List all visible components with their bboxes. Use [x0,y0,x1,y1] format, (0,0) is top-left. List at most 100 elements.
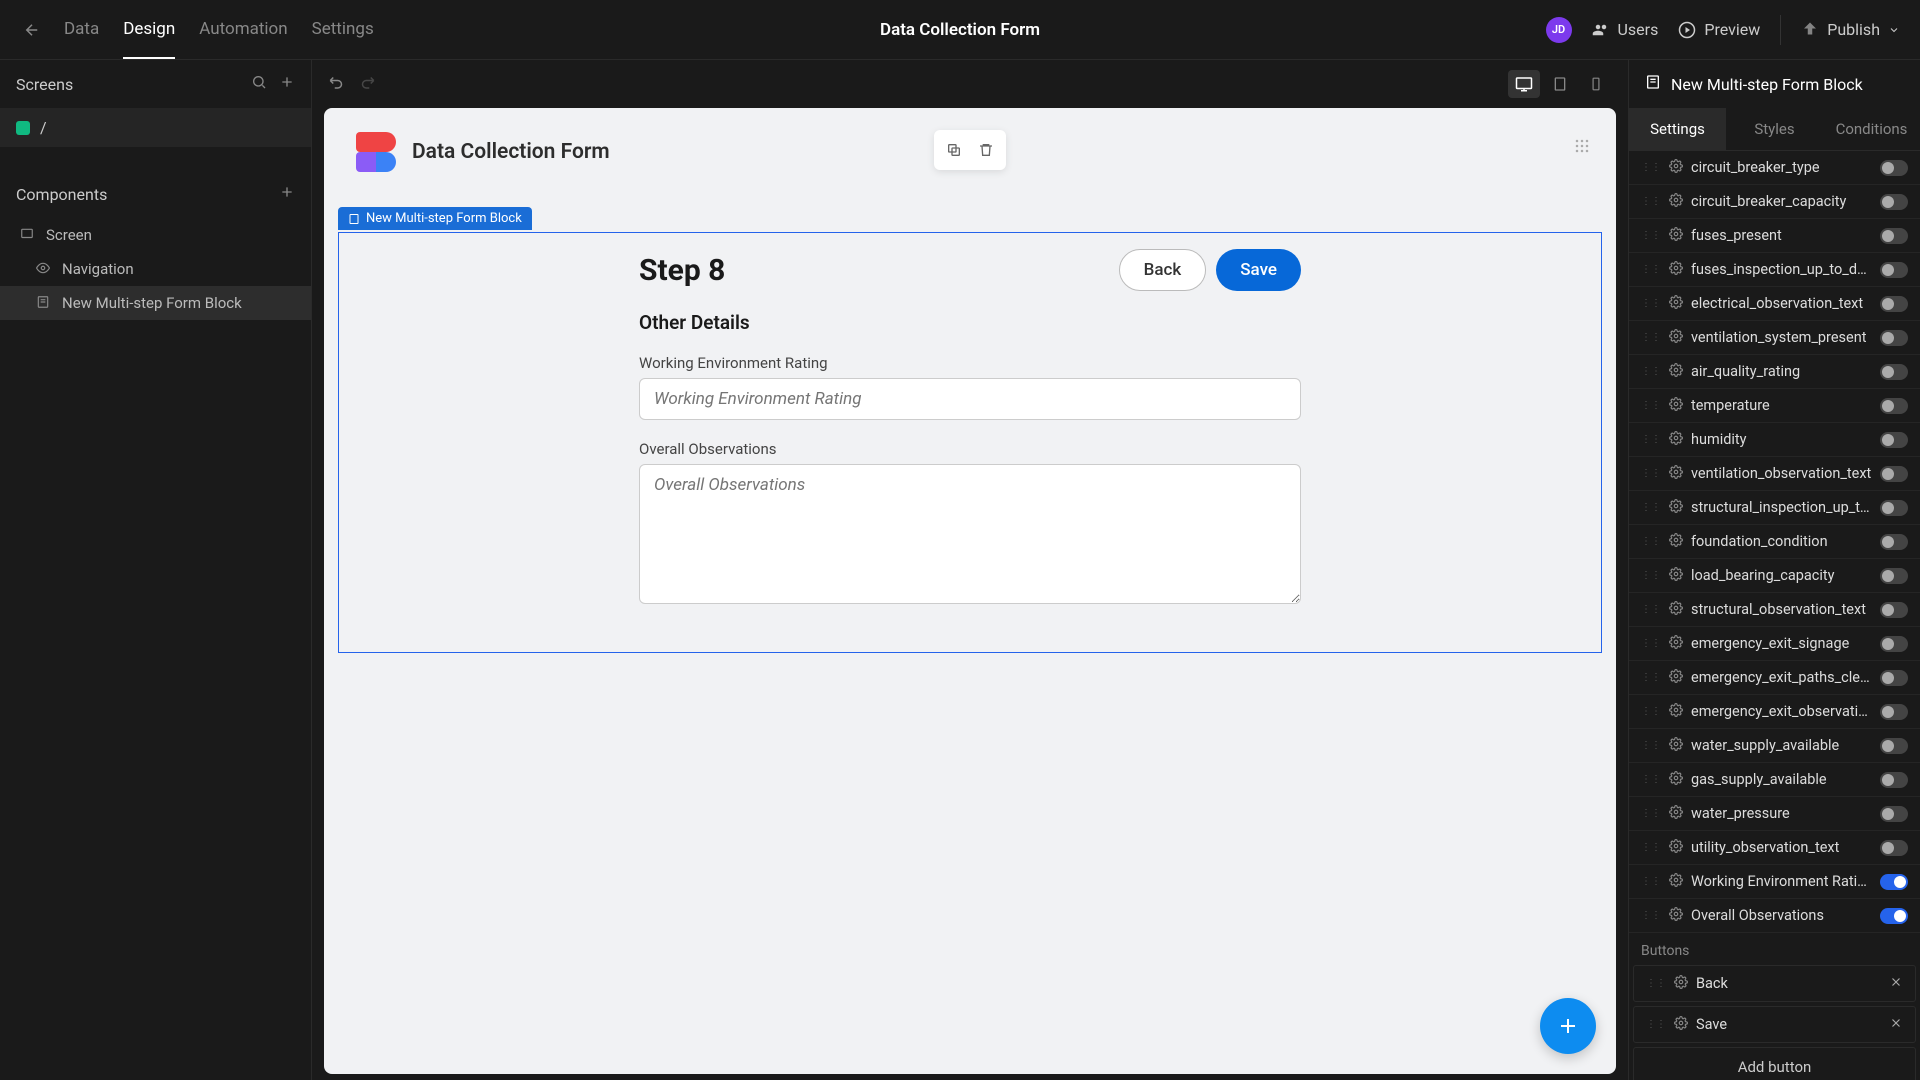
preview-button[interactable]: Preview [1678,20,1760,39]
drag-handle-icon[interactable]: ⋮⋮ [1646,1019,1666,1030]
toggle-switch[interactable] [1880,398,1908,414]
device-tablet[interactable] [1544,70,1576,98]
setting-row[interactable]: ⋮⋮structural_observation_text [1629,593,1920,627]
drag-handle-icon[interactable]: ⋮⋮ [1641,366,1661,377]
save-button[interactable]: Save [1216,249,1301,291]
gear-icon[interactable] [1669,158,1683,177]
fab-add-button[interactable] [1540,998,1596,1054]
drag-handle-icon[interactable]: ⋮⋮ [1641,638,1661,649]
toggle-switch[interactable] [1880,602,1908,618]
drag-handle-icon[interactable]: ⋮⋮ [1641,876,1661,887]
gear-icon[interactable] [1669,532,1683,551]
gear-icon[interactable] [1669,566,1683,585]
toggle-switch[interactable] [1880,262,1908,278]
drag-handle-icon[interactable]: ⋮⋮ [1641,162,1661,173]
toggle-switch[interactable] [1880,670,1908,686]
gear-icon[interactable] [1669,906,1683,925]
toggle-switch[interactable] [1880,364,1908,380]
toggle-switch[interactable] [1880,500,1908,516]
gear-icon[interactable] [1669,498,1683,517]
gear-icon[interactable] [1669,872,1683,891]
toggle-switch[interactable] [1880,330,1908,346]
gear-icon[interactable] [1674,974,1688,993]
drag-grip-icon[interactable] [1572,136,1592,156]
toggle-switch[interactable] [1880,874,1908,890]
back-button[interactable]: Back [1119,249,1207,291]
undo-button[interactable] [328,73,346,95]
tab-styles[interactable]: Styles [1726,108,1823,150]
drag-handle-icon[interactable]: ⋮⋮ [1641,570,1661,581]
gear-icon[interactable] [1669,804,1683,823]
button-config-row[interactable]: ⋮⋮Save [1633,1006,1916,1043]
toggle-switch[interactable] [1880,840,1908,856]
setting-row[interactable]: ⋮⋮emergency_exit_observatio... [1629,695,1920,729]
remove-button-icon[interactable] [1889,1015,1903,1034]
setting-row[interactable]: ⋮⋮utility_observation_text [1629,831,1920,865]
setting-row[interactable]: ⋮⋮fuses_inspection_up_to_date [1629,253,1920,287]
toggle-switch[interactable] [1880,772,1908,788]
tab-conditions[interactable]: Conditions [1823,108,1920,150]
gear-icon[interactable] [1669,260,1683,279]
device-mobile[interactable] [1580,70,1612,98]
gear-icon[interactable] [1669,838,1683,857]
setting-row[interactable]: ⋮⋮air_quality_rating [1629,355,1920,389]
setting-row[interactable]: ⋮⋮ventilation_system_present [1629,321,1920,355]
working-environment-rating-input[interactable] [639,378,1301,420]
drag-handle-icon[interactable]: ⋮⋮ [1641,196,1661,207]
drag-handle-icon[interactable]: ⋮⋮ [1641,230,1661,241]
setting-row[interactable]: ⋮⋮fuses_present [1629,219,1920,253]
button-config-row[interactable]: ⋮⋮Back [1633,965,1916,1002]
drag-handle-icon[interactable]: ⋮⋮ [1641,400,1661,411]
drag-handle-icon[interactable]: ⋮⋮ [1641,502,1661,513]
publish-button[interactable]: Publish [1801,20,1900,39]
add-button[interactable]: Add button [1633,1047,1916,1080]
drag-handle-icon[interactable]: ⋮⋮ [1641,604,1661,615]
form-block-selected[interactable]: New Multi-step Form Block Step 8 Back Sa… [338,232,1602,653]
drag-handle-icon[interactable]: ⋮⋮ [1641,468,1661,479]
drag-handle-icon[interactable]: ⋮⋮ [1641,332,1661,343]
drag-handle-icon[interactable]: ⋮⋮ [1641,434,1661,445]
remove-button-icon[interactable] [1889,974,1903,993]
setting-row[interactable]: ⋮⋮circuit_breaker_capacity [1629,185,1920,219]
gear-icon[interactable] [1669,328,1683,347]
setting-row[interactable]: ⋮⋮emergency_exit_signage [1629,627,1920,661]
setting-row[interactable]: ⋮⋮water_supply_available [1629,729,1920,763]
setting-row[interactable]: ⋮⋮emergency_exit_paths_clear [1629,661,1920,695]
setting-row[interactable]: ⋮⋮temperature [1629,389,1920,423]
gear-icon[interactable] [1669,600,1683,619]
drag-handle-icon[interactable]: ⋮⋮ [1641,808,1661,819]
toggle-switch[interactable] [1880,534,1908,550]
drag-handle-icon[interactable]: ⋮⋮ [1641,706,1661,717]
setting-row[interactable]: ⋮⋮Working Environment Rating [1629,865,1920,899]
gear-icon[interactable] [1669,770,1683,789]
setting-row[interactable]: ⋮⋮Overall Observations [1629,899,1920,933]
setting-row[interactable]: ⋮⋮water_pressure [1629,797,1920,831]
toggle-switch[interactable] [1880,568,1908,584]
toggle-switch[interactable] [1880,466,1908,482]
tab-settings[interactable]: Settings [1629,108,1726,150]
back-arrow[interactable] [20,18,44,42]
setting-row[interactable]: ⋮⋮electrical_observation_text [1629,287,1920,321]
toggle-switch[interactable] [1880,806,1908,822]
drag-handle-icon[interactable]: ⋮⋮ [1641,774,1661,785]
drag-handle-icon[interactable]: ⋮⋮ [1641,264,1661,275]
gear-icon[interactable] [1669,294,1683,313]
toggle-switch[interactable] [1880,296,1908,312]
gear-icon[interactable] [1669,362,1683,381]
drag-handle-icon[interactable]: ⋮⋮ [1646,978,1666,989]
overall-observations-textarea[interactable] [639,464,1301,604]
tree-item-navigation[interactable]: Navigation [0,252,311,286]
copy-icon[interactable] [938,134,970,166]
drag-handle-icon[interactable]: ⋮⋮ [1641,298,1661,309]
drag-handle-icon[interactable]: ⋮⋮ [1641,672,1661,683]
setting-row[interactable]: ⋮⋮circuit_breaker_type [1629,151,1920,185]
setting-row[interactable]: ⋮⋮humidity [1629,423,1920,457]
device-desktop[interactable] [1508,70,1540,98]
nav-tab-design[interactable]: Design [123,1,175,59]
gear-icon[interactable] [1669,702,1683,721]
toggle-switch[interactable] [1880,704,1908,720]
setting-row[interactable]: ⋮⋮load_bearing_capacity [1629,559,1920,593]
drag-handle-icon[interactable]: ⋮⋮ [1641,910,1661,921]
add-screen-icon[interactable] [279,74,295,94]
toggle-switch[interactable] [1880,636,1908,652]
